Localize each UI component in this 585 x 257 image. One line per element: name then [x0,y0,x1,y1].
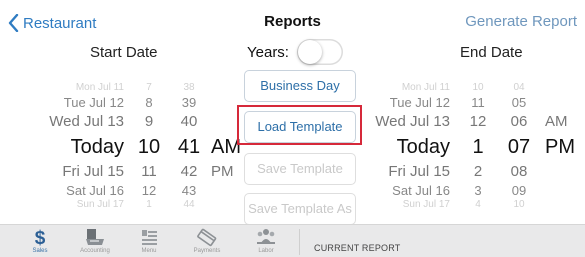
picker-item: 10 [472,82,484,93]
load-template-button[interactable]: Load Template [244,111,356,143]
picker-item: 44 [183,199,195,210]
picker-item: Fri Jul 15 [388,163,450,180]
tab-sales[interactable]: $ Sales [15,225,65,257]
picker-item-selected: PM [545,136,575,158]
printer-icon [70,227,120,247]
current-report-label: CURRENT REPORT [314,243,401,253]
picker-item: 4 [475,199,481,210]
picker-item: 08 [510,163,528,180]
picker-item: 38 [183,82,195,93]
tab-label: Accounting [80,248,110,254]
end-date-picker[interactable]: Mon Jul 11 Tue Jul 12 Wed Jul 13 Today F… [358,76,585,210]
start-date-wheel[interactable]: Mon Jul 11 Tue Jul 12 Wed Jul 13 Today F… [0,76,124,210]
picker-item: Sat Jul 16 [66,183,124,198]
picker-item: 09 [511,183,527,198]
picker-item: 11 [141,163,157,180]
save-template-as-button[interactable]: Save Template As [244,193,356,225]
start-hour-wheel[interactable]: 7 8 9 10 11 12 1 [132,76,166,210]
picker-item: 1 [146,199,152,210]
tab-bar: $ Sales Accounting Menu Payments Labor [0,224,585,257]
picker-item-selected: Today [396,136,450,158]
picker-item: 7 [146,82,152,93]
dollar-icon: $ [15,227,65,247]
picker-item: Tue Jul 12 [63,95,124,110]
picker-item: 8 [145,95,153,110]
tab-label: Menu [141,248,157,254]
tab-payments[interactable]: Payments [182,225,232,257]
end-date-label: End Date [460,44,523,61]
picker-item: 12 [469,113,487,130]
tab-bar-divider [299,229,300,255]
picker-item: 2 [473,163,483,180]
picker-item: Sat Jul 16 [392,183,450,198]
picker-item: 39 [181,95,197,110]
toggle-knob [297,40,322,64]
picker-item: 05 [511,95,527,110]
picker-item: 12 [141,183,157,198]
picker-item: AM [545,113,568,130]
tab-label: Labor [258,248,274,254]
picker-item-selected: 10 [137,136,161,158]
start-date-label: Start Date [90,44,158,61]
picker-item-selected: AM [211,136,241,158]
picker-item: 06 [510,113,528,130]
picker-item: Mon Jul 11 [401,82,450,93]
tab-label: Sales [32,248,48,254]
picker-item: 10 [513,199,525,210]
picker-item: Fri Jul 15 [62,163,124,180]
years-toggle[interactable] [296,39,343,65]
tab-labor[interactable]: Labor [241,225,291,257]
end-ampm-wheel[interactable]: AM PM [545,76,581,210]
picker-item-selected: 07 [507,136,531,158]
years-label: Years: [247,43,289,61]
start-minute-wheel[interactable]: 38 39 40 41 42 43 44 [172,76,206,210]
people-icon [241,227,291,247]
end-minute-wheel[interactable]: 04 05 06 07 08 09 10 [502,76,536,210]
years-toggle-group: Years: [247,39,343,65]
picker-item: Sun Jul 17 [76,199,124,210]
picker-item-selected: 41 [177,136,201,158]
svg-text:$: $ [35,228,46,247]
picker-item: 3 [474,183,482,198]
picker-item: 9 [144,113,154,130]
end-hour-wheel[interactable]: 10 11 12 1 2 3 4 [462,76,494,210]
picker-item: Tue Jul 12 [389,95,450,110]
start-date-picker[interactable]: Mon Jul 11 Tue Jul 12 Wed Jul 13 Today F… [0,76,241,210]
tab-label: Payments [193,248,221,254]
picker-item-selected: Today [70,136,124,158]
save-template-button[interactable]: Save Template [244,153,356,185]
picker-item: PM [211,163,234,180]
picker-item: 04 [513,82,525,93]
menu-icon [124,227,174,247]
end-date-wheel[interactable]: Mon Jul 11 Tue Jul 12 Wed Jul 13 Today F… [358,76,450,210]
picker-item: Mon Jul 11 [75,82,124,93]
card-icon [182,227,232,247]
picker-item: Wed Jul 13 [375,113,450,130]
tab-accounting[interactable]: Accounting [70,225,120,257]
picker-item: 11 [471,95,485,110]
picker-item: 40 [180,113,198,130]
picker-item: Wed Jul 13 [49,113,124,130]
picker-item: 42 [180,163,198,180]
navigation-bar: Restaurant Reports Generate Report [0,0,585,44]
picker-item: Sun Jul 17 [402,199,450,210]
business-day-button[interactable]: Business Day [244,70,356,102]
start-ampm-wheel[interactable]: AM PM [211,76,241,210]
tab-menu[interactable]: Menu [124,225,174,257]
picker-item-selected: 1 [472,136,484,158]
generate-report-button[interactable]: Generate Report [465,13,577,30]
picker-item: 43 [181,183,197,198]
